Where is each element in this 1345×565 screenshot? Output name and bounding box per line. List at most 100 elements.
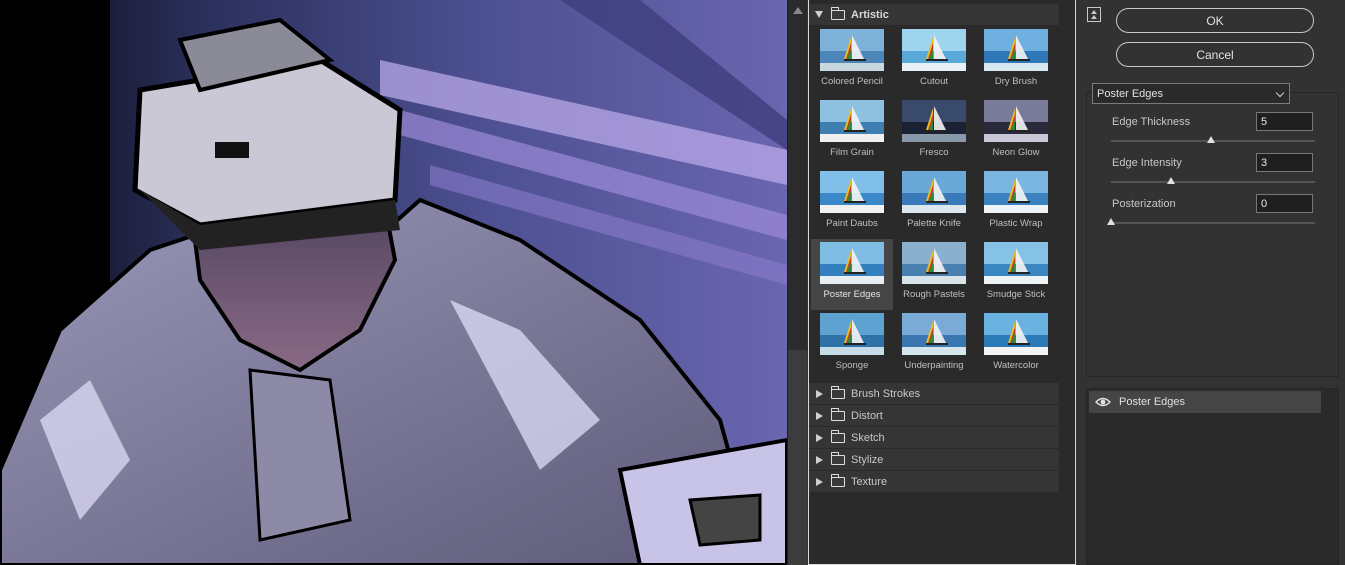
ok-button[interactable]: OK bbox=[1116, 8, 1314, 33]
filter-thumb[interactable]: Plastic Wrap bbox=[975, 168, 1057, 239]
settings-panel: OK Cancel Poster Edges Edge Thickness 5 Ed… bbox=[1076, 0, 1345, 565]
filter-thumb[interactable]: Film Grain bbox=[811, 97, 893, 168]
filter-thumb-label: Paint Daubs bbox=[826, 218, 878, 229]
filter-thumbnail-grid: Colored Pencil Cutout Dry Brush Film Grain F… bbox=[809, 26, 1059, 381]
filter-thumb-label: Colored Pencil bbox=[821, 76, 883, 87]
filter-thumb-image bbox=[984, 313, 1048, 355]
filter-thumb[interactable]: Cutout bbox=[893, 26, 975, 97]
filter-thumb[interactable]: Poster Edges bbox=[811, 239, 893, 310]
folder-row[interactable]: Texture bbox=[809, 471, 1059, 492]
filter-thumb[interactable]: Palette Knife bbox=[893, 168, 975, 239]
collapsed-triangle-icon bbox=[816, 411, 823, 420]
filter-thumb-image bbox=[984, 171, 1048, 213]
filter-thumb-image bbox=[984, 242, 1048, 284]
filter-thumb-image bbox=[820, 242, 884, 284]
scroll-up-arrow[interactable] bbox=[788, 0, 807, 20]
effect-layer-label: Poster Edges bbox=[1119, 396, 1186, 408]
filter-thumb-image bbox=[902, 313, 966, 355]
filter-thumb-label: Underpainting bbox=[904, 360, 964, 371]
cancel-button[interactable]: Cancel bbox=[1116, 42, 1314, 67]
preview-image bbox=[0, 0, 787, 565]
folder-icon bbox=[831, 451, 845, 465]
collapsed-triangle-icon bbox=[816, 433, 823, 442]
filter-thumb-label: Dry Brush bbox=[994, 76, 1038, 87]
folder-row[interactable]: Distort bbox=[809, 405, 1059, 426]
filter-thumb[interactable]: Colored Pencil bbox=[811, 26, 893, 97]
filter-thumb[interactable]: Rough Pastels bbox=[893, 239, 975, 310]
filter-thumb-image bbox=[820, 100, 884, 142]
folder-label: Stylize bbox=[851, 453, 884, 466]
param-slider-thumb[interactable] bbox=[1107, 218, 1115, 225]
param-value-input[interactable]: 3 bbox=[1256, 153, 1313, 172]
folder-label: Artistic bbox=[851, 8, 889, 21]
param-value-input[interactable]: 0 bbox=[1256, 194, 1313, 213]
filter-thumb-image bbox=[902, 29, 966, 71]
collapsed-triangle-icon bbox=[816, 477, 823, 486]
filter-thumb-image bbox=[820, 29, 884, 71]
param-slider-thumb[interactable] bbox=[1167, 177, 1175, 184]
filter-thumb[interactable]: Smudge Stick bbox=[975, 239, 1057, 310]
filter-thumb[interactable]: Paint Daubs bbox=[811, 168, 893, 239]
filter-thumb-image bbox=[902, 242, 966, 284]
filter-thumb-label: Smudge Stick bbox=[986, 289, 1046, 300]
folder-row[interactable]: Stylize bbox=[809, 449, 1059, 470]
filter-thumb-label: Palette Knife bbox=[907, 218, 961, 229]
filter-thumb-image bbox=[820, 171, 884, 213]
gallery-scrollbar[interactable] bbox=[787, 0, 807, 565]
filter-thumb-image bbox=[902, 171, 966, 213]
effect-layers-list: Poster Edges bbox=[1086, 388, 1339, 565]
expand-triangle-icon bbox=[815, 11, 823, 18]
folder-label: Texture bbox=[851, 475, 888, 488]
folder-label: Sketch bbox=[851, 431, 885, 444]
filter-thumb[interactable]: Sponge bbox=[811, 310, 893, 381]
filter-thumb-label: Plastic Wrap bbox=[989, 218, 1043, 229]
filter-thumb-image bbox=[984, 29, 1048, 71]
folder-row[interactable]: Sketch bbox=[809, 427, 1059, 448]
folder-icon bbox=[831, 429, 845, 443]
filter-thumb-label: Sponge bbox=[835, 360, 869, 371]
filter-thumb[interactable]: Neon Glow bbox=[975, 97, 1057, 168]
filter-thumb-image bbox=[820, 313, 884, 355]
param-value-input[interactable]: 5 bbox=[1256, 112, 1313, 131]
closed-folder-list: Brush Strokes Distort Sketch Stylize Texture bbox=[809, 383, 1059, 492]
folder-artistic[interactable]: Artistic bbox=[809, 4, 1059, 25]
param-slider-track[interactable] bbox=[1111, 222, 1315, 224]
folder-label: Brush Strokes bbox=[851, 387, 921, 400]
folder-icon bbox=[831, 407, 845, 421]
chevron-down-icon bbox=[1275, 88, 1285, 98]
effect-layer-row[interactable]: Poster Edges bbox=[1089, 391, 1321, 413]
filter-thumb-image bbox=[902, 100, 966, 142]
filter-thumb-label: Watercolor bbox=[993, 360, 1039, 371]
folder-icon bbox=[831, 473, 845, 487]
collapsed-triangle-icon bbox=[816, 455, 823, 464]
filter-thumb[interactable]: Watercolor bbox=[975, 310, 1057, 381]
param-slider-thumb[interactable] bbox=[1207, 136, 1215, 143]
folder-label: Distort bbox=[851, 409, 883, 422]
param-label: Edge Thickness bbox=[1112, 116, 1191, 128]
filter-preview-canvas[interactable] bbox=[0, 0, 787, 565]
folder-icon bbox=[831, 6, 845, 20]
param-label: Edge Intensity bbox=[1112, 157, 1182, 169]
filter-gallery: Artistic Colored Pencil Cutout Dry Brush Fi… bbox=[808, 0, 1076, 565]
param-slider-track[interactable] bbox=[1111, 181, 1315, 183]
param-label: Posterization bbox=[1112, 198, 1176, 210]
folder-icon bbox=[831, 385, 845, 399]
eye-icon[interactable] bbox=[1095, 397, 1111, 407]
collapsed-triangle-icon bbox=[816, 389, 823, 398]
filter-select-value: Poster Edges bbox=[1097, 87, 1164, 100]
scroll-thumb[interactable] bbox=[788, 350, 807, 565]
folder-row[interactable]: Brush Strokes bbox=[809, 383, 1059, 404]
filter-thumb-label: Cutout bbox=[920, 76, 948, 87]
filter-thumb-label: Neon Glow bbox=[992, 147, 1040, 158]
filter-thumb-label: Fresco bbox=[919, 147, 949, 158]
collapse-gallery-icon[interactable] bbox=[1087, 7, 1101, 22]
filter-thumb-label: Poster Edges bbox=[823, 289, 881, 300]
filter-thumb-image bbox=[984, 100, 1048, 142]
filter-thumb-label: Rough Pastels bbox=[903, 289, 965, 300]
filter-thumb[interactable]: Underpainting bbox=[893, 310, 975, 381]
filter-thumb-label: Film Grain bbox=[830, 147, 874, 158]
filter-settings-box bbox=[1086, 92, 1339, 377]
filter-thumb[interactable]: Fresco bbox=[893, 97, 975, 168]
filter-thumb[interactable]: Dry Brush bbox=[975, 26, 1057, 97]
filter-select[interactable]: Poster Edges bbox=[1092, 83, 1290, 104]
